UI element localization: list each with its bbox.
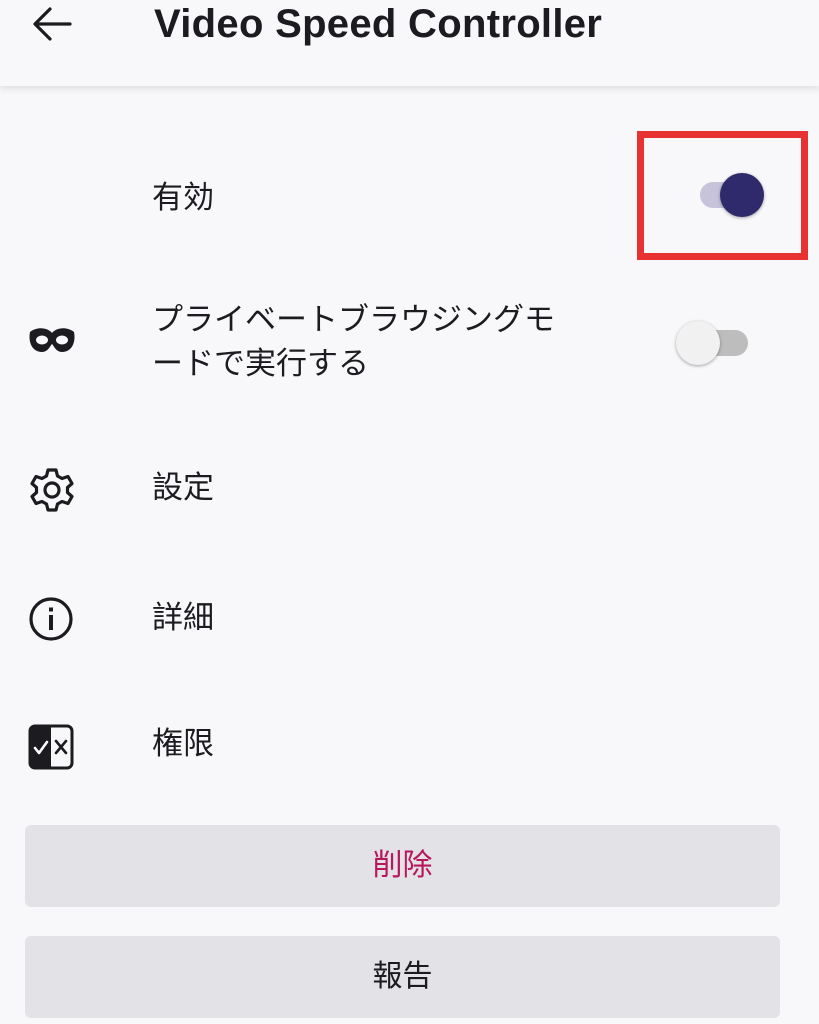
- settings-label: 設定: [152, 470, 214, 506]
- permissions-icon: [28, 724, 74, 774]
- permissions-label: 権限: [152, 726, 214, 762]
- back-button[interactable]: [24, 0, 80, 50]
- remove-button[interactable]: 削除: [25, 825, 780, 907]
- private-browsing-label-line1: プライベートブラウジングモ: [152, 302, 555, 338]
- arrow-left-icon: [33, 7, 72, 41]
- gear-icon: [28, 466, 76, 518]
- settings-row[interactable]: 設定: [0, 440, 819, 540]
- details-label: 詳細: [152, 600, 214, 636]
- mask-icon: [28, 326, 76, 360]
- private-browsing-row[interactable]: プライベートブラウジングモ ードで実行する: [0, 290, 819, 390]
- highlight-box: [637, 131, 808, 260]
- report-button[interactable]: 報告: [25, 936, 780, 1018]
- enabled-label: 有効: [152, 180, 214, 216]
- page-title: Video Speed Controller: [154, 2, 603, 46]
- app-bar: Video Speed Controller: [0, 0, 819, 86]
- private-browsing-label-line2: ードで実行する: [152, 346, 369, 382]
- details-row[interactable]: 詳細: [0, 570, 819, 670]
- private-browsing-toggle[interactable]: [676, 314, 756, 370]
- private-toggle-thumb: [676, 321, 720, 365]
- info-icon: [28, 596, 74, 646]
- permissions-row[interactable]: 権限: [0, 696, 819, 796]
